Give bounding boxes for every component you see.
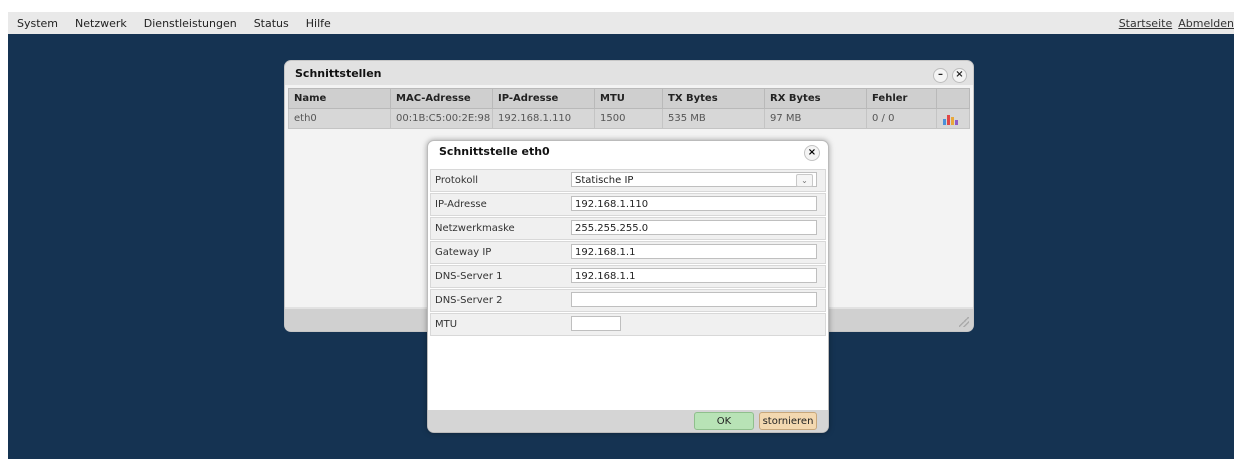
column-header-actions (936, 88, 970, 109)
cell-errors: 0 / 0 (866, 108, 937, 129)
menu-dienstleistungen[interactable]: Dienstleistungen (144, 17, 237, 30)
mtu-label: MTU (435, 319, 458, 330)
cell-actions (936, 108, 970, 129)
dns2-field[interactable] (571, 292, 817, 307)
dns1-field[interactable]: 192.168.1.1 (571, 268, 817, 283)
cell-tx: 535 MB (662, 108, 765, 129)
dns2-label: DNS-Server 2 (435, 295, 503, 306)
form-row-dns2: DNS-Server 2 (430, 289, 826, 312)
netmask-field[interactable]: 255.255.255.0 (571, 220, 817, 235)
column-header-rx[interactable]: RX Bytes (764, 88, 867, 109)
column-header-errors[interactable]: Fehler (866, 88, 937, 109)
resize-grip-icon[interactable] (959, 317, 969, 327)
interfaces-table: Name MAC-Adresse IP-Adresse MTU TX Bytes… (288, 88, 970, 129)
dialog-title: Schnittstelle eth0 (439, 145, 550, 158)
cell-rx: 97 MB (764, 108, 867, 129)
ok-button[interactable]: OK (694, 412, 754, 430)
chevron-down-icon: ⌄ (796, 174, 813, 187)
desktop-background: System Netzwerk Dienstleistungen Status … (8, 12, 1234, 459)
cell-mac: 00:1B:C5:00:2E:98 (390, 108, 493, 129)
table-row[interactable]: eth0 00:1B:C5:00:2E:98 192.168.1.110 150… (288, 108, 970, 129)
main-menu: System Netzwerk Dienstleistungen Status … (17, 12, 348, 34)
window-controls: – × (933, 68, 967, 83)
form-row-gateway: Gateway IP 192.168.1.1 (430, 241, 826, 264)
interfaces-window-title: Schnittstellen (295, 67, 382, 80)
ip-address-field[interactable]: 192.168.1.110 (571, 196, 817, 211)
bar-chart-icon[interactable] (942, 113, 960, 125)
user-menu: Startseite Abmelden (1119, 12, 1234, 34)
cell-ip: 192.168.1.110 (492, 108, 595, 129)
interface-edit-dialog: Schnittstelle eth0 × Protokoll Statische… (427, 140, 829, 433)
cancel-button[interactable]: stornieren (759, 412, 817, 430)
cell-mtu: 1500 (594, 108, 663, 129)
dialog-footer: OK stornieren (428, 410, 828, 432)
menu-status[interactable]: Status (254, 17, 289, 30)
column-header-name[interactable]: Name (288, 88, 391, 109)
dns1-label: DNS-Server 1 (435, 271, 503, 282)
menu-netzwerk[interactable]: Netzwerk (75, 17, 127, 30)
column-header-tx[interactable]: TX Bytes (662, 88, 765, 109)
ip-address-label: IP-Adresse (435, 199, 487, 210)
top-menu-bar: System Netzwerk Dienstleistungen Status … (8, 12, 1234, 34)
menu-hilfe[interactable]: Hilfe (306, 17, 331, 30)
form-row-ip: IP-Adresse 192.168.1.110 (430, 193, 826, 216)
close-dialog-button[interactable]: × (804, 145, 820, 161)
protocol-select-value: Statische IP (575, 175, 634, 186)
form-row-netmask: Netzwerkmaske 255.255.255.0 (430, 217, 826, 240)
form-row-protocol: Protokoll Statische IP ⌄ (430, 169, 826, 192)
protocol-select[interactable]: Statische IP ⌄ (571, 172, 817, 187)
close-window-button[interactable]: × (952, 68, 967, 83)
table-header-row: Name MAC-Adresse IP-Adresse MTU TX Bytes… (288, 88, 970, 109)
protocol-label: Protokoll (435, 175, 479, 186)
column-header-ip[interactable]: IP-Adresse (492, 88, 595, 109)
form-row-dns1: DNS-Server 1 192.168.1.1 (430, 265, 826, 288)
form-row-mtu: MTU (430, 313, 826, 336)
cell-name: eth0 (288, 108, 391, 129)
gateway-label: Gateway IP (435, 247, 492, 258)
gateway-field[interactable]: 192.168.1.1 (571, 244, 817, 259)
home-link[interactable]: Startseite (1119, 17, 1173, 30)
column-header-mtu[interactable]: MTU (594, 88, 663, 109)
menu-system[interactable]: System (17, 17, 58, 30)
minimize-button[interactable]: – (933, 68, 948, 83)
mtu-field[interactable] (571, 316, 621, 331)
netmask-label: Netzwerkmaske (435, 223, 515, 234)
logout-link[interactable]: Abmelden (1178, 17, 1234, 30)
column-header-mac[interactable]: MAC-Adresse (390, 88, 493, 109)
